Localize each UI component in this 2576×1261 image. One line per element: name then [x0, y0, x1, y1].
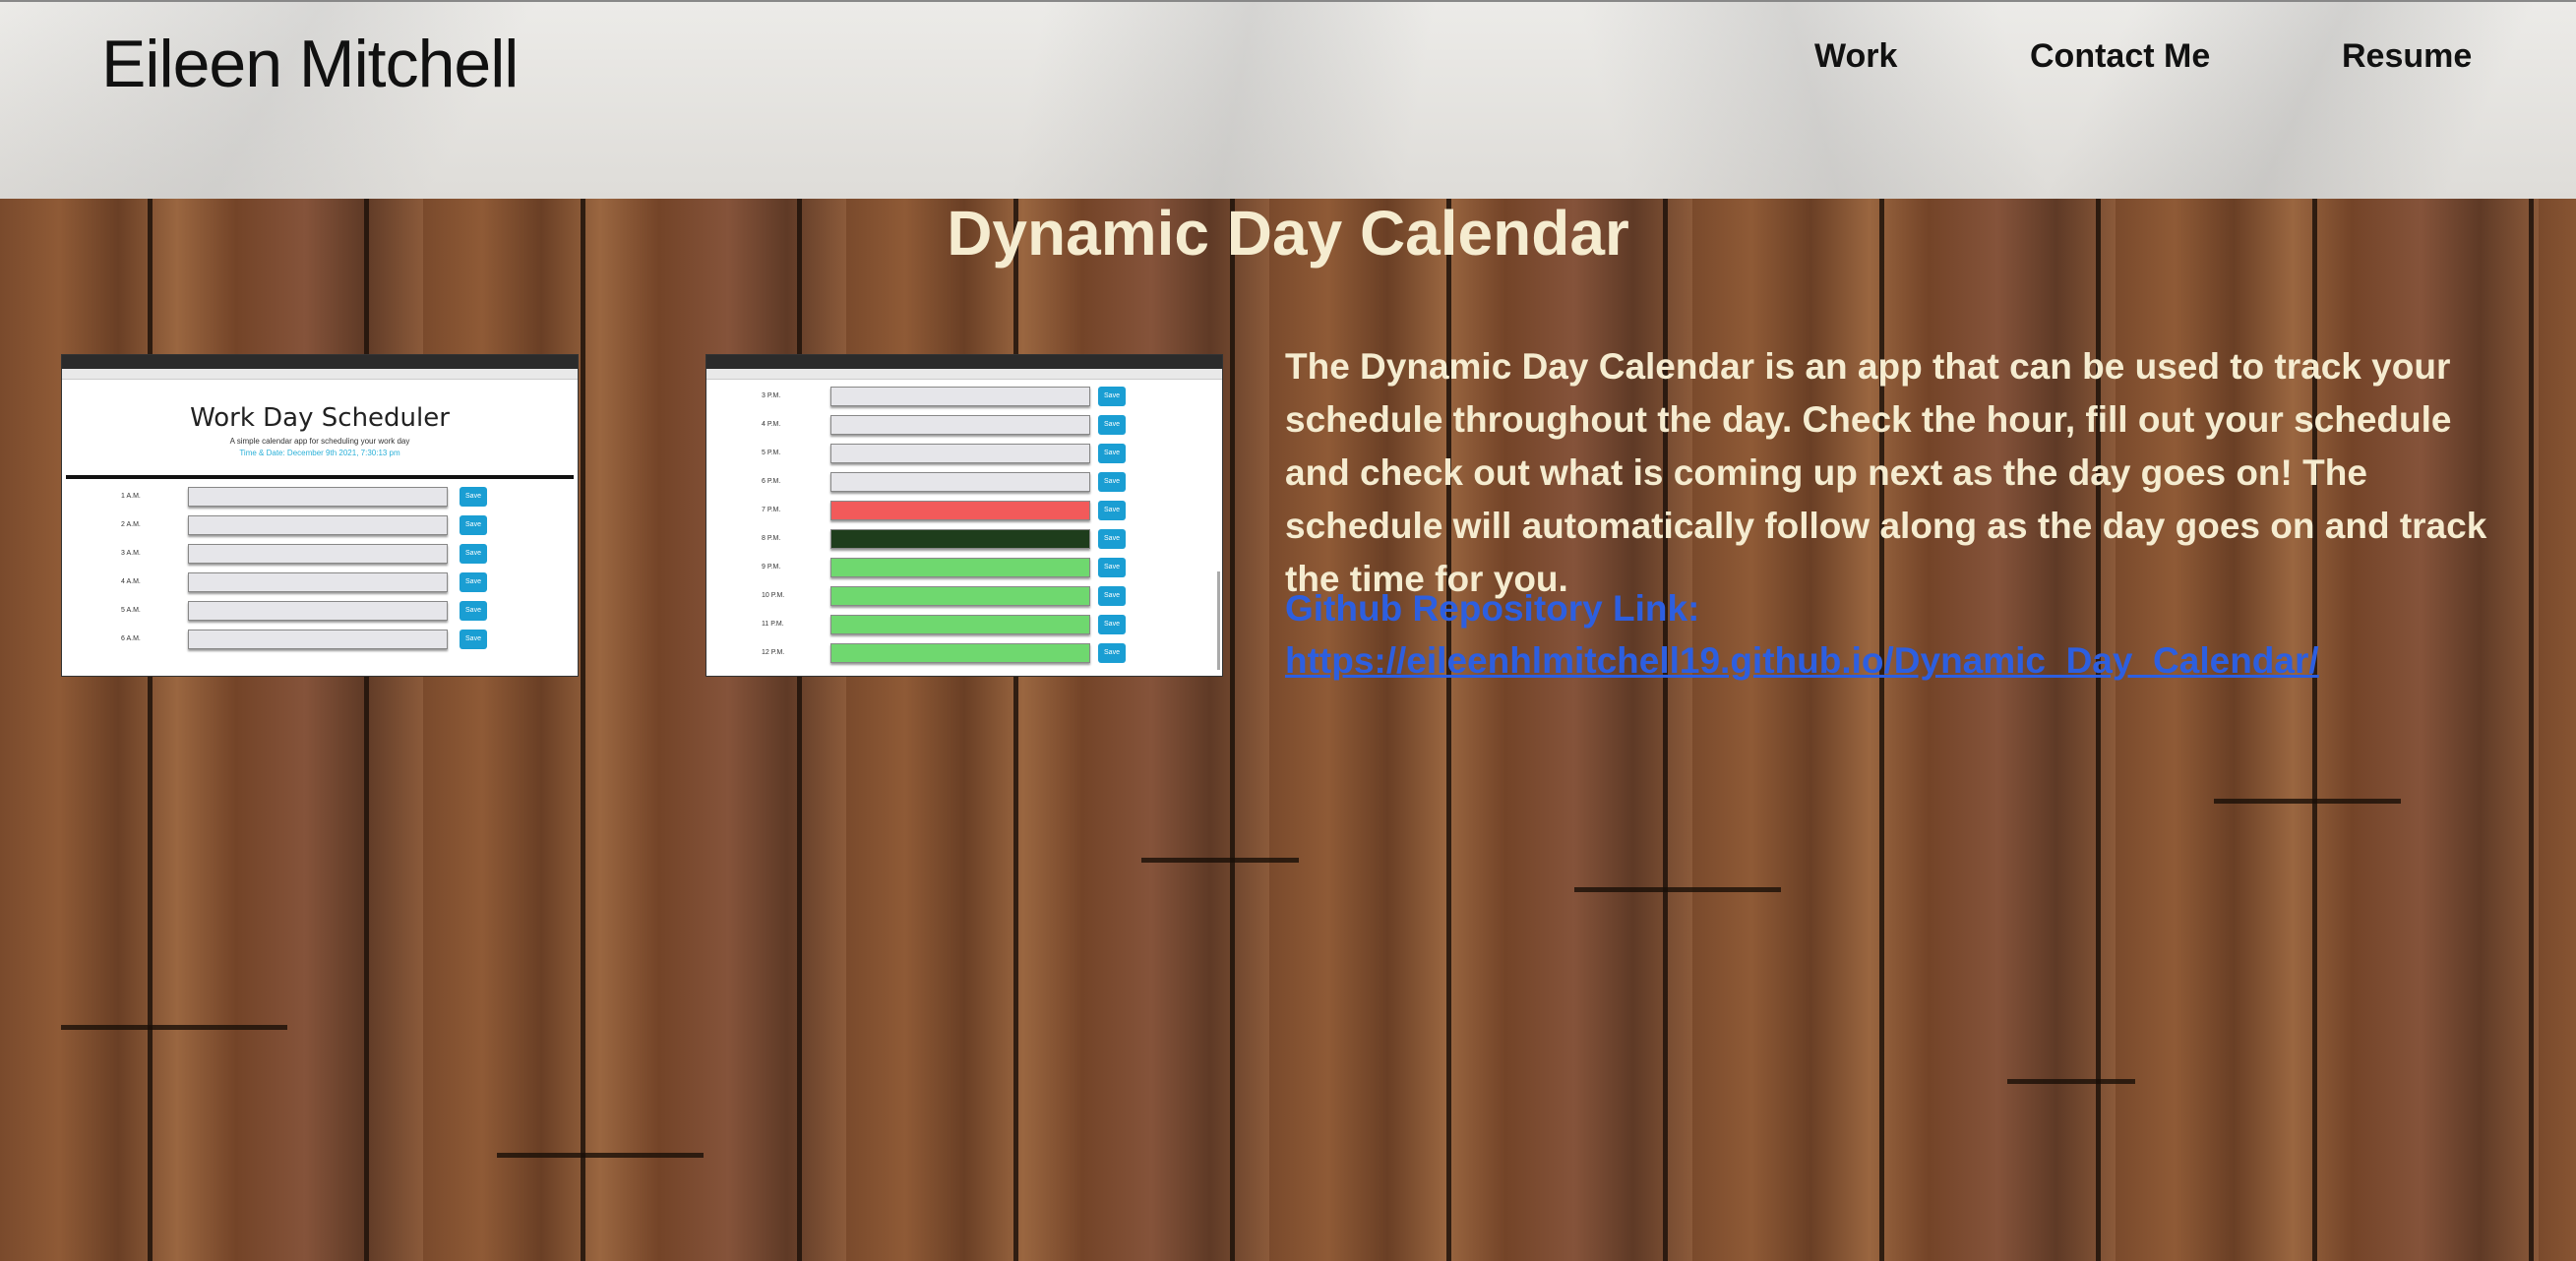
hour-label: 4 A.M. — [121, 578, 141, 585]
time-block-row: 5 P.M. Save — [706, 444, 1222, 465]
project-description: The Dynamic Day Calendar is an app that … — [1285, 346, 2487, 599]
event-textarea — [830, 558, 1090, 577]
hour-label: 5 P.M. — [762, 450, 781, 456]
hour-label: 9 P.M. — [762, 564, 781, 570]
event-textarea — [830, 586, 1090, 606]
event-textarea — [188, 487, 448, 507]
event-textarea — [830, 387, 1090, 406]
scheduler-title: Work Day Scheduler — [190, 403, 450, 433]
time-block-row: 6 P.M. Save — [706, 472, 1222, 494]
hour-label: 1 A.M. — [121, 493, 141, 500]
project-title: Dynamic Day Calendar — [947, 198, 1629, 269]
event-textarea — [830, 444, 1090, 463]
save-button: Save — [460, 487, 487, 507]
event-textarea — [188, 601, 448, 621]
project-screenshot-1: Work Day Scheduler A simple calendar app… — [61, 354, 579, 677]
browser-tab-bar — [706, 355, 1222, 369]
time-block-row: 1 A.M. Save — [62, 487, 578, 509]
save-button: Save — [1098, 643, 1126, 663]
hour-label: 8 P.M. — [762, 535, 781, 542]
save-button: Save — [1098, 501, 1126, 520]
plank-seam — [2214, 799, 2401, 804]
github-link-url[interactable]: https://eileenhlmitchell19.github.io/Dyn… — [1285, 640, 2319, 682]
time-block-row: 5 A.M. Save — [62, 601, 578, 623]
event-textarea — [188, 515, 448, 535]
browser-tab-bar — [62, 355, 578, 369]
plank-seam — [1574, 887, 1781, 892]
hour-label: 4 P.M. — [762, 421, 781, 428]
hour-label: 2 A.M. — [121, 521, 141, 528]
hour-label: 3 A.M. — [121, 550, 141, 557]
time-block-row: 2 A.M. Save — [62, 515, 578, 537]
event-textarea — [830, 615, 1090, 634]
time-block-row: 8 P.M. Save — [706, 529, 1222, 551]
save-button: Save — [1098, 558, 1126, 577]
time-block-row: 4 P.M. Save — [706, 415, 1222, 437]
event-textarea — [830, 501, 1090, 520]
nav-work-link[interactable]: Work — [1814, 37, 1897, 76]
time-block-row: 11 P.M. Save — [706, 615, 1222, 636]
event-textarea — [188, 572, 448, 592]
nav-resume-link[interactable]: Resume — [2342, 37, 2472, 76]
plank-seam — [497, 1153, 704, 1158]
hour-label: 6 A.M. — [121, 635, 141, 642]
time-block-row: 9 P.M. Save — [706, 558, 1222, 579]
save-button: Save — [460, 544, 487, 564]
brand-name[interactable]: Eileen Mitchell — [101, 26, 519, 102]
scheduler-subtitle: A simple calendar app for scheduling you… — [229, 437, 410, 446]
site-header: Eileen Mitchell Work Contact Me Resume — [0, 0, 2576, 201]
save-button: Save — [460, 572, 487, 592]
time-block-row: 3 P.M. Save — [706, 387, 1222, 408]
scrollbar — [1217, 571, 1220, 670]
time-block-row: 3 A.M. Save — [62, 544, 578, 566]
hour-label: 12 P.M. — [762, 649, 785, 656]
hour-label: 5 A.M. — [121, 607, 141, 614]
event-textarea — [830, 472, 1090, 492]
plank-seam — [2007, 1079, 2135, 1084]
scheduler-rows: 1 A.M. Save 2 A.M. Save 3 A.M. Save 4 A.M. Save… — [62, 487, 578, 651]
browser-address-bar — [706, 369, 1222, 380]
time-block-row: 4 A.M. Save — [62, 572, 578, 594]
plank-seam — [61, 1025, 287, 1030]
event-textarea — [830, 415, 1090, 435]
save-button: Save — [1098, 387, 1126, 406]
github-link-label[interactable]: Github Repository Link: — [1285, 588, 1699, 630]
event-textarea — [830, 643, 1090, 663]
event-textarea — [188, 630, 448, 649]
save-button: Save — [1098, 615, 1126, 634]
save-button: Save — [1098, 529, 1126, 549]
hour-label: 6 P.M. — [762, 478, 781, 485]
hour-label: 10 P.M. — [762, 592, 785, 599]
project-screenshot-2: 3 P.M. Save 4 P.M. Save 5 P.M. Save 6 P.M. Save… — [705, 354, 1223, 677]
scheduler-date: Time & Date: December 9th 2021, 7:30:13 … — [239, 449, 400, 457]
save-button: Save — [460, 630, 487, 649]
event-textarea — [830, 529, 1090, 549]
save-button: Save — [1098, 444, 1126, 463]
save-button: Save — [460, 515, 487, 535]
scheduler-rows: 3 P.M. Save 4 P.M. Save 5 P.M. Save 6 P.M. Save… — [706, 387, 1222, 665]
save-button: Save — [460, 601, 487, 621]
plank-seam — [1141, 858, 1299, 863]
divider — [66, 475, 574, 479]
hour-label: 3 P.M. — [762, 392, 781, 399]
save-button: Save — [1098, 586, 1126, 606]
hour-label: 7 P.M. — [762, 507, 781, 513]
time-block-row: 7 P.M. Save — [706, 501, 1222, 522]
event-textarea — [188, 544, 448, 564]
save-button: Save — [1098, 415, 1126, 435]
hour-label: 11 P.M. — [762, 621, 784, 628]
nav-contact-link[interactable]: Contact Me — [2030, 37, 2210, 76]
browser-address-bar — [62, 369, 578, 380]
time-block-row: 10 P.M. Save — [706, 586, 1222, 608]
time-block-row: 6 A.M. Save — [62, 630, 578, 651]
time-block-row: 12 P.M. Save — [706, 643, 1222, 665]
save-button: Save — [1098, 472, 1126, 492]
